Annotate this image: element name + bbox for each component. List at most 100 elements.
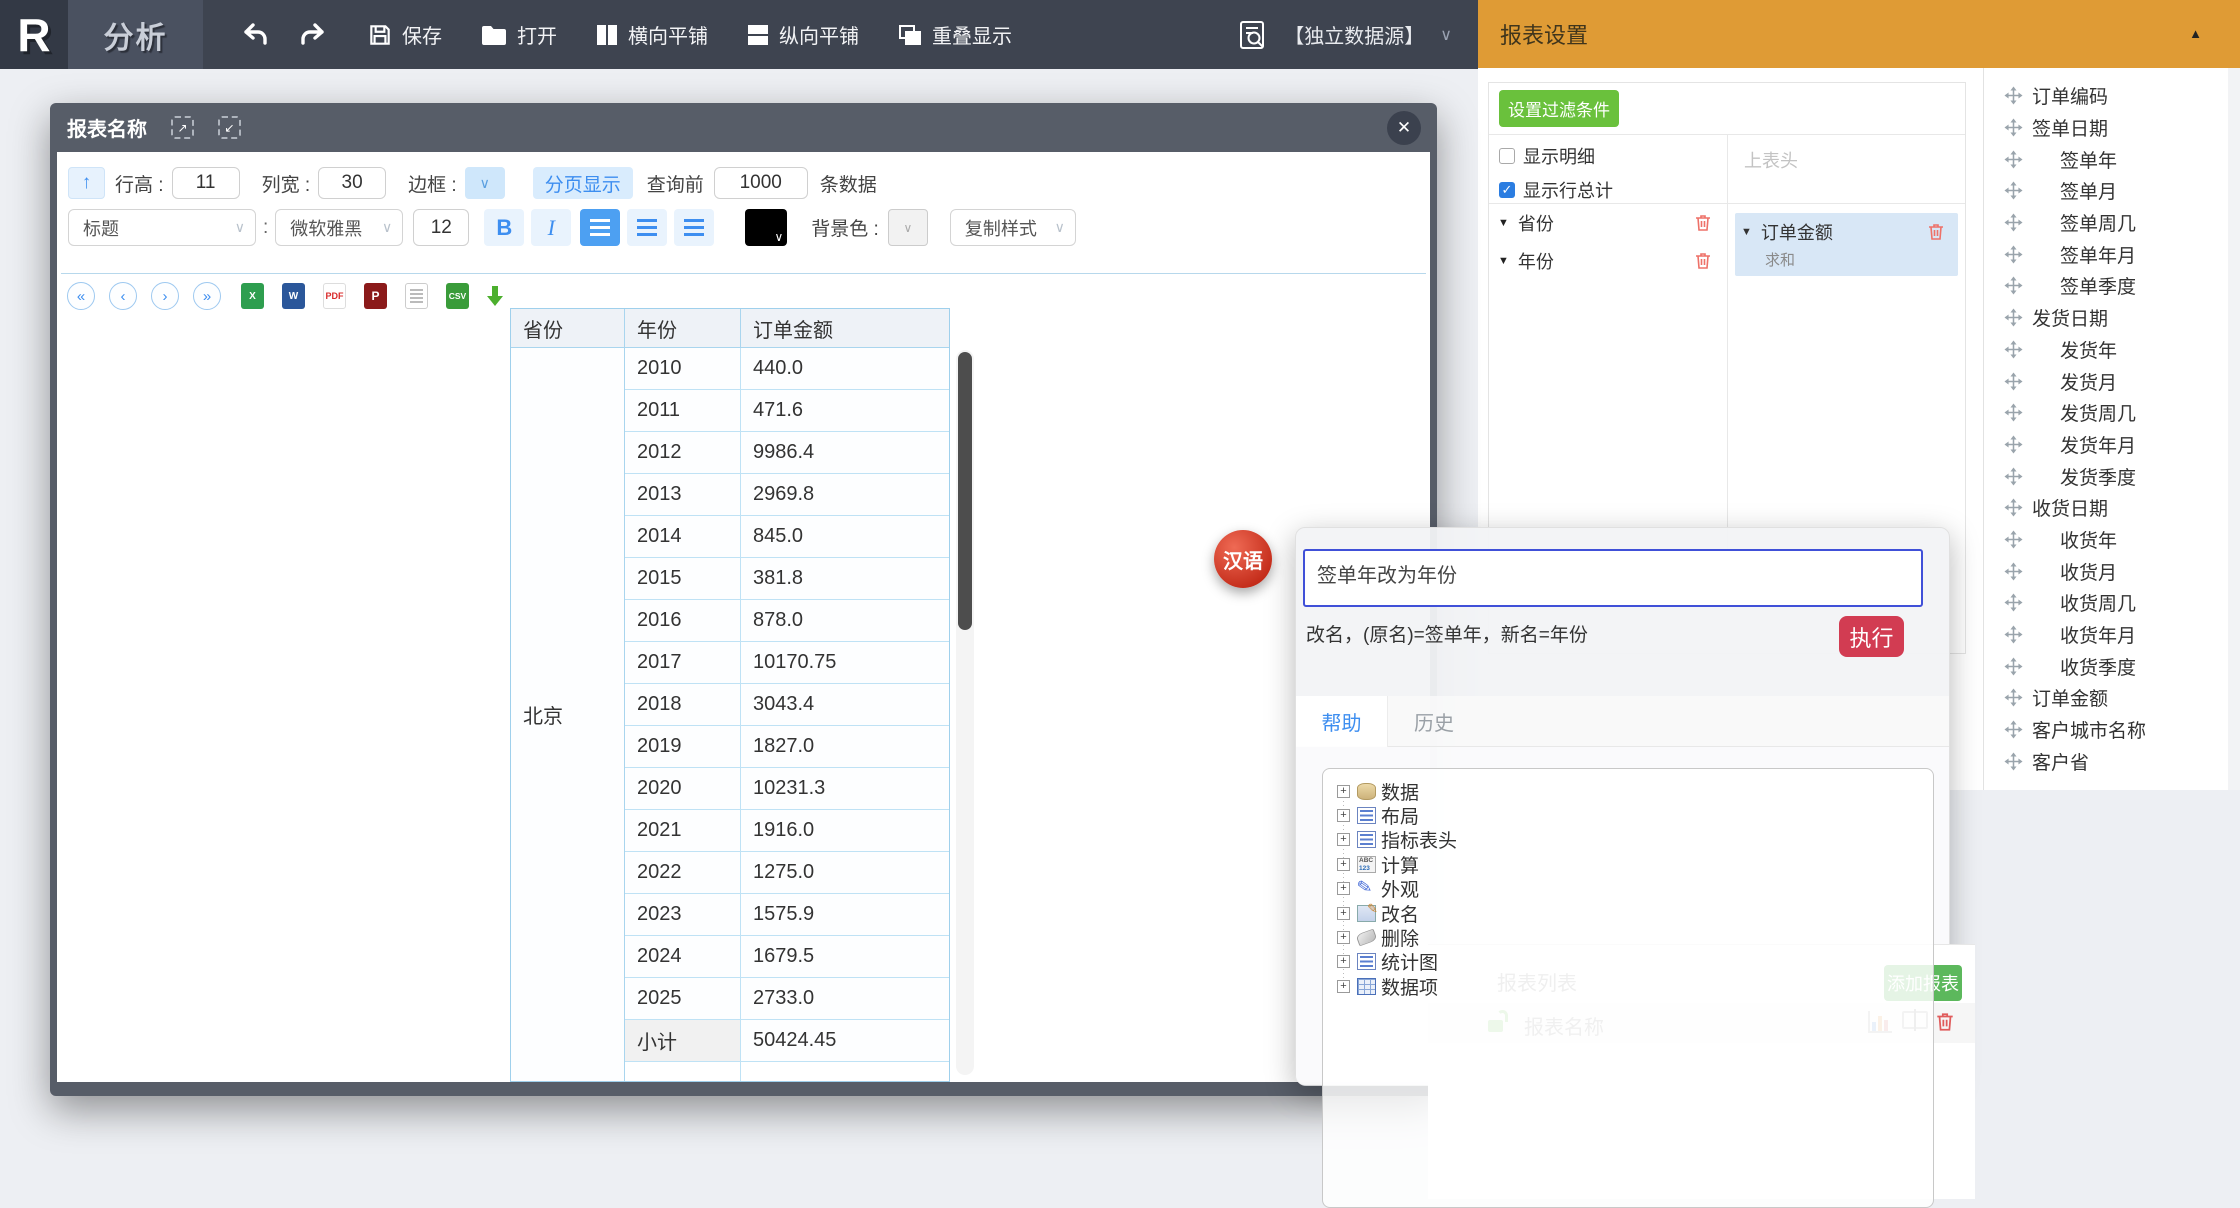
prev-page-button[interactable]: ‹ bbox=[109, 282, 137, 310]
field-item[interactable]: 发货月 bbox=[1984, 365, 2228, 397]
field-item[interactable]: 发货日期 bbox=[1984, 302, 2228, 334]
row-field-chip[interactable]: ▼ 省份 bbox=[1489, 204, 1727, 242]
drag-move-icon[interactable] bbox=[2004, 340, 2023, 359]
border-select[interactable]: ∨ bbox=[464, 167, 505, 199]
row-height-input[interactable] bbox=[171, 167, 240, 199]
query-rows-input[interactable] bbox=[713, 167, 808, 199]
drag-move-icon[interactable] bbox=[2004, 150, 2023, 169]
copy-style-select[interactable]: 复制样式 ∨ bbox=[949, 209, 1076, 246]
expand-plus-icon[interactable]: + bbox=[1337, 906, 1350, 920]
field-item[interactable]: 签单年 bbox=[1984, 143, 2228, 175]
expand-plus-icon[interactable]: + bbox=[1337, 809, 1350, 823]
tree-item[interactable]: + 数据项 bbox=[1323, 974, 1933, 999]
chevron-down-icon[interactable]: ▼ bbox=[1498, 217, 1509, 229]
drag-move-icon[interactable] bbox=[2004, 372, 2023, 391]
drag-move-icon[interactable] bbox=[2004, 625, 2023, 644]
italic-button[interactable]: I bbox=[531, 209, 572, 246]
field-item[interactable]: 订单编码 bbox=[1984, 80, 2228, 112]
field-item[interactable]: 收货月 bbox=[1984, 555, 2228, 587]
upper-header-dropzone[interactable]: 上表头 bbox=[1728, 135, 1965, 173]
field-item[interactable]: 收货日期 bbox=[1984, 492, 2228, 524]
restore-icon[interactable]: ↙ bbox=[218, 116, 241, 139]
print-icon[interactable]: P bbox=[364, 283, 387, 309]
font-color-swatch[interactable]: ∨ bbox=[745, 209, 788, 246]
drag-move-icon[interactable] bbox=[2004, 435, 2023, 454]
redo-button[interactable] bbox=[299, 22, 329, 48]
bg-color-swatch[interactable]: ∨ bbox=[887, 209, 928, 246]
trash-icon[interactable] bbox=[1693, 251, 1713, 271]
field-item[interactable]: 签单月 bbox=[1984, 175, 2228, 207]
expand-plus-icon[interactable]: + bbox=[1337, 931, 1350, 945]
paging-toggle-button[interactable]: 分页显示 bbox=[532, 167, 633, 199]
overlap-display-button[interactable]: 重叠显示 bbox=[897, 20, 1012, 49]
command-input[interactable]: 签单年改为年份 bbox=[1303, 549, 1923, 607]
drag-move-icon[interactable] bbox=[2004, 245, 2023, 264]
tab-help[interactable]: 帮助 bbox=[1296, 696, 1388, 747]
collapse-up-icon[interactable]: ▲ bbox=[2189, 26, 2202, 41]
maximize-icon[interactable]: ↗ bbox=[171, 116, 194, 139]
scrollbar-thumb[interactable] bbox=[958, 352, 972, 630]
show-row-total-checkbox[interactable]: ✓ bbox=[1499, 182, 1515, 198]
drag-move-icon[interactable] bbox=[2004, 752, 2023, 771]
drag-move-icon[interactable] bbox=[2004, 213, 2023, 232]
save-button[interactable]: 保存 bbox=[367, 20, 442, 49]
row-field-chip[interactable]: ▼ 年份 bbox=[1489, 242, 1727, 280]
open-button[interactable]: 打开 bbox=[480, 20, 557, 49]
drag-move-icon[interactable] bbox=[2004, 562, 2023, 581]
language-badge[interactable]: 汉语 bbox=[1214, 530, 1272, 588]
bold-button[interactable]: B bbox=[484, 209, 525, 246]
tile-horizontal-button[interactable]: 横向平铺 bbox=[595, 20, 708, 49]
font-size-input[interactable] bbox=[413, 209, 470, 246]
drag-move-icon[interactable] bbox=[2004, 276, 2023, 295]
align-left-button[interactable] bbox=[580, 209, 621, 246]
field-item[interactable]: 签单年月 bbox=[1984, 238, 2228, 270]
drag-move-icon[interactable] bbox=[2004, 467, 2023, 486]
field-item[interactable]: 客户省 bbox=[1984, 745, 2228, 777]
trash-icon[interactable] bbox=[1926, 222, 1946, 242]
tree-item[interactable]: + 布局 bbox=[1323, 803, 1933, 828]
tile-vertical-button[interactable]: 纵向平铺 bbox=[746, 20, 859, 49]
drag-move-icon[interactable] bbox=[2004, 530, 2023, 549]
expand-plus-icon[interactable]: + bbox=[1337, 784, 1350, 798]
datasource-selector[interactable]: 【独立数据源】 bbox=[1284, 20, 1424, 49]
export-excel-icon[interactable]: X bbox=[241, 283, 264, 309]
execute-button[interactable]: 执行 bbox=[1839, 616, 1904, 657]
tree-item[interactable]: + 删除 bbox=[1323, 925, 1933, 950]
chevron-down-icon[interactable]: ∨ bbox=[1440, 25, 1452, 45]
field-item[interactable]: 收货周几 bbox=[1984, 587, 2228, 619]
value-field-chip[interactable]: ▼ 订单金额 求和 bbox=[1735, 213, 1958, 276]
settings-panel-header[interactable]: 报表设置 ▲ bbox=[1478, 0, 2240, 68]
drag-move-icon[interactable] bbox=[2004, 181, 2023, 200]
table-scrollbar[interactable] bbox=[956, 350, 974, 1075]
row-up-button[interactable]: ↑ bbox=[68, 167, 105, 199]
drag-move-icon[interactable] bbox=[2004, 118, 2023, 137]
expand-plus-icon[interactable]: + bbox=[1337, 979, 1350, 993]
drag-move-icon[interactable] bbox=[2004, 308, 2023, 327]
field-item[interactable]: 签单周几 bbox=[1984, 207, 2228, 239]
align-center-button[interactable] bbox=[627, 209, 668, 246]
field-item[interactable]: 发货季度 bbox=[1984, 460, 2228, 492]
expand-plus-icon[interactable]: + bbox=[1337, 857, 1350, 871]
field-item[interactable]: 发货年月 bbox=[1984, 429, 2228, 461]
align-right-button[interactable] bbox=[674, 209, 715, 246]
drag-move-icon[interactable] bbox=[2004, 593, 2023, 612]
next-page-button[interactable]: › bbox=[151, 282, 179, 310]
chevron-down-icon[interactable]: ▼ bbox=[1498, 255, 1509, 267]
expand-plus-icon[interactable]: + bbox=[1337, 882, 1350, 896]
export-pdf-icon[interactable]: PDF bbox=[323, 283, 346, 309]
col-width-input[interactable] bbox=[318, 167, 387, 199]
close-button[interactable]: ✕ bbox=[1387, 110, 1421, 145]
tree-item[interactable]: + 统计图 bbox=[1323, 950, 1933, 974]
field-item[interactable]: 签单日期 bbox=[1984, 112, 2228, 144]
export-word-icon[interactable]: W bbox=[282, 283, 305, 309]
expand-plus-icon[interactable]: + bbox=[1337, 833, 1350, 847]
field-item[interactable]: 订单金额 bbox=[1984, 682, 2228, 714]
tree-item[interactable]: + 改名 bbox=[1323, 901, 1933, 926]
field-item[interactable]: 客户城市名称 bbox=[1984, 714, 2228, 746]
tree-item[interactable]: + 计算 bbox=[1323, 852, 1933, 877]
window-titlebar[interactable]: 报表名称 ↗ ↙ ✕ bbox=[50, 103, 1437, 152]
drag-move-icon[interactable] bbox=[2004, 657, 2023, 676]
trash-icon[interactable] bbox=[1934, 1011, 1956, 1033]
download-icon[interactable] bbox=[487, 286, 503, 306]
set-filter-button[interactable]: 设置过滤条件 bbox=[1499, 90, 1619, 127]
